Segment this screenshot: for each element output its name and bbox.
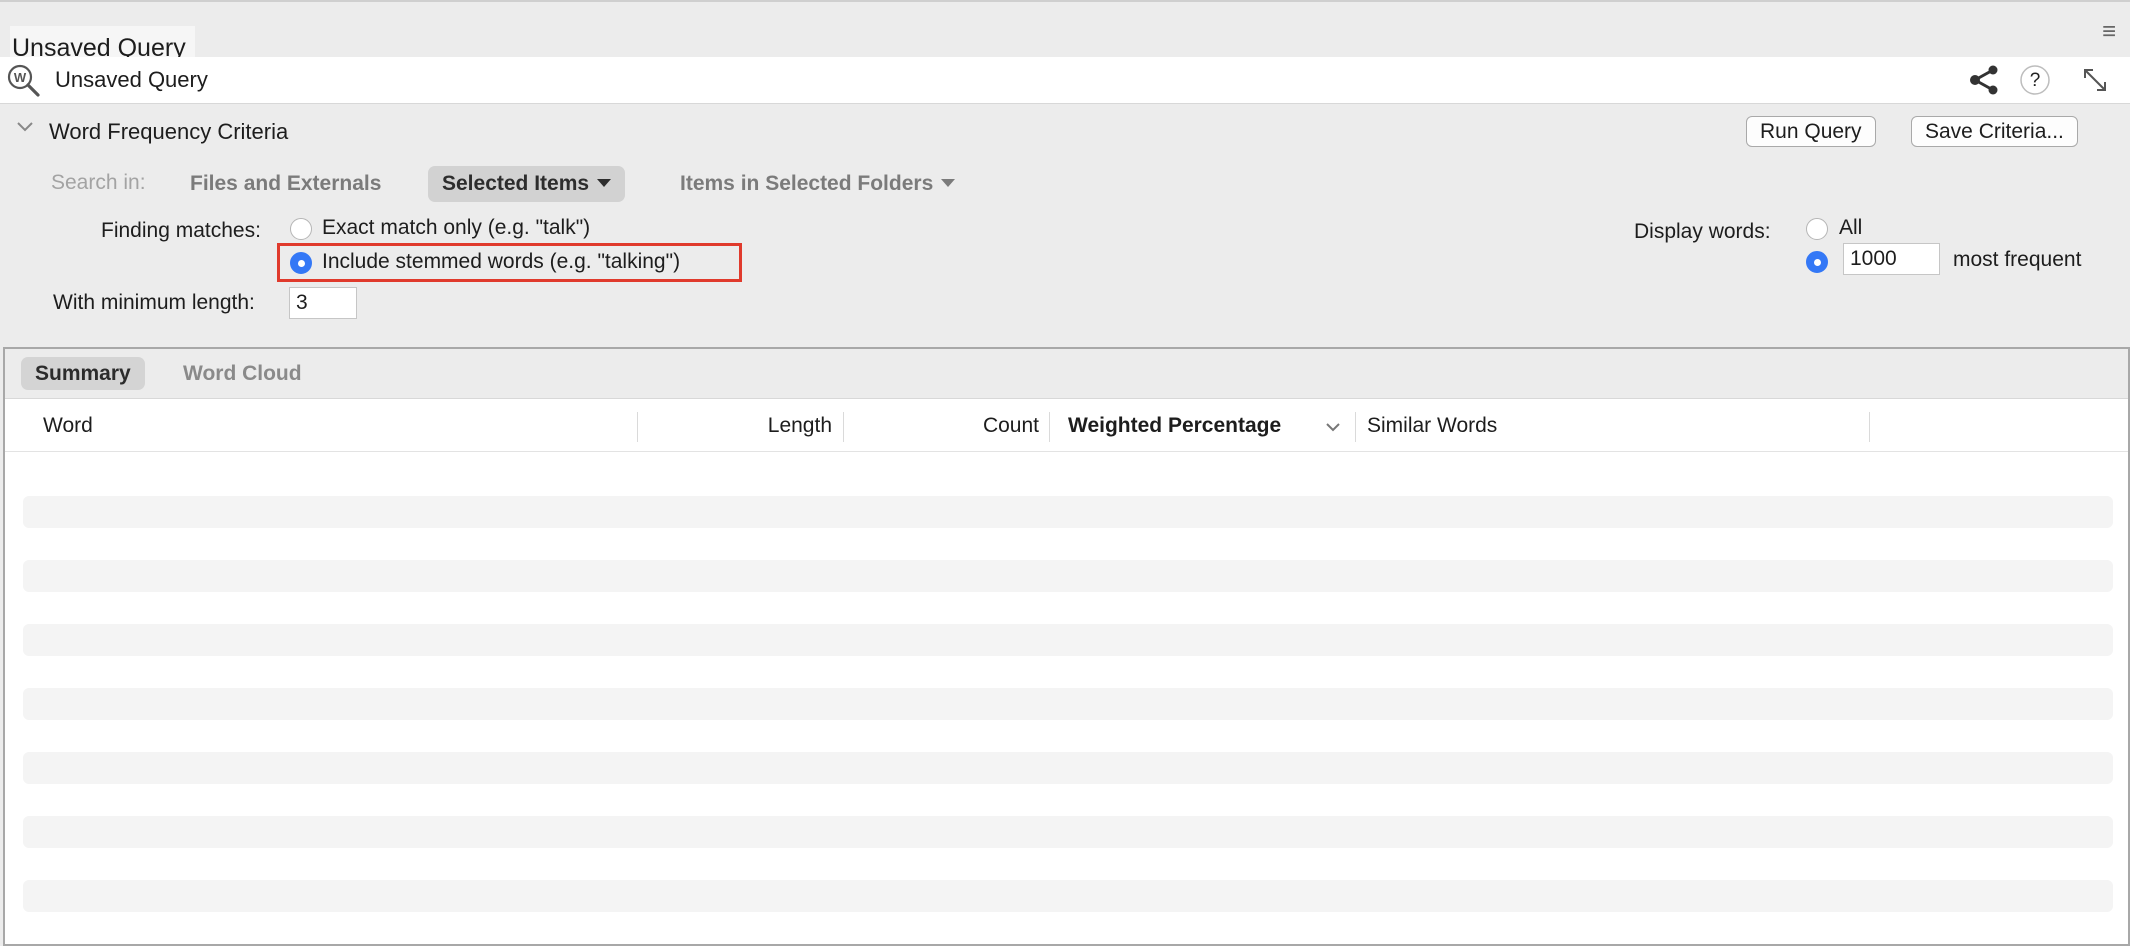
column-header-length[interactable]: Length: [640, 400, 832, 452]
display-count-input[interactable]: [1843, 243, 1940, 275]
tab-word-cloud[interactable]: Word Cloud: [169, 357, 316, 390]
window-top-strip: Unsaved Query ≡: [0, 0, 2130, 59]
table-row[interactable]: [23, 688, 2113, 720]
run-query-button[interactable]: Run Query: [1746, 116, 1876, 147]
section-title: Word Frequency Criteria: [49, 119, 289, 144]
svg-text:?: ?: [2030, 70, 2041, 91]
column-divider[interactable]: [1869, 412, 1870, 442]
column-header-word[interactable]: Word: [43, 400, 93, 452]
display-words-label: Display words:: [1634, 220, 1771, 243]
expand-icon[interactable]: [2077, 62, 2113, 98]
scope-selected-items[interactable]: Selected Items: [428, 166, 626, 202]
table-row[interactable]: [23, 752, 2113, 784]
query-header-bar: W Unsaved Query ?: [0, 57, 2130, 104]
table-row[interactable]: [23, 880, 2113, 912]
column-divider[interactable]: [637, 412, 638, 442]
column-divider[interactable]: [1049, 412, 1050, 442]
table-row[interactable]: [23, 560, 2113, 592]
display-all-radio[interactable]: [1806, 218, 1828, 240]
results-tab-bar: Summary Word Cloud: [5, 349, 2128, 399]
exact-match-radio[interactable]: [290, 218, 312, 240]
sort-chevron-down-icon[interactable]: [1325, 420, 1341, 438]
display-all-label[interactable]: All: [1839, 216, 1862, 240]
query-title: Unsaved Query: [55, 67, 208, 92]
chevron-down-icon[interactable]: [16, 120, 34, 139]
table-header: Word Length Count Weighted Percentage Si…: [5, 400, 2128, 452]
column-header-similar-words[interactable]: Similar Words: [1367, 400, 1497, 452]
stemmed-words-radio[interactable]: [290, 252, 312, 274]
column-header-count[interactable]: Count: [847, 400, 1039, 452]
minimum-length-input[interactable]: [289, 287, 357, 319]
menu-icon[interactable]: ≡: [2102, 20, 2116, 44]
tab-summary[interactable]: Summary: [21, 357, 145, 390]
scope-items-in-selected-folders[interactable]: Items in Selected Folders: [666, 166, 969, 202]
criteria-panel: Word Frequency Criteria Run Query Save C…: [0, 104, 2130, 347]
word-frequency-query-icon: W: [6, 63, 42, 104]
minimum-length-label: With minimum length:: [53, 291, 255, 314]
search-in-label: Search in:: [51, 171, 146, 194]
dropdown-arrow-icon: [941, 179, 956, 187]
help-icon[interactable]: ?: [2017, 62, 2053, 98]
table-row[interactable]: [23, 816, 2113, 848]
window-tab-title[interactable]: Unsaved Query: [10, 26, 195, 59]
column-divider[interactable]: [843, 412, 844, 442]
finding-matches-label: Finding matches:: [101, 219, 261, 242]
scope-files-and-externals[interactable]: Files and Externals: [176, 166, 395, 202]
dropdown-arrow-icon: [597, 179, 612, 187]
share-icon[interactable]: [1966, 62, 2002, 98]
svg-text:W: W: [14, 70, 27, 85]
column-header-weighted-percentage[interactable]: Weighted Percentage: [1068, 400, 1281, 452]
exact-match-label[interactable]: Exact match only (e.g. "talk"): [322, 216, 590, 240]
most-frequent-label: most frequent: [1953, 248, 2082, 271]
column-divider[interactable]: [1355, 412, 1356, 442]
table-row[interactable]: [23, 496, 2113, 528]
results-panel: Summary Word Cloud Word Length Count Wei…: [3, 347, 2130, 946]
stemmed-words-label[interactable]: Include stemmed words (e.g. "talking"): [322, 250, 680, 274]
table-row[interactable]: [23, 624, 2113, 656]
save-criteria-button[interactable]: Save Criteria...: [1911, 116, 2078, 147]
display-count-radio[interactable]: [1806, 251, 1828, 273]
